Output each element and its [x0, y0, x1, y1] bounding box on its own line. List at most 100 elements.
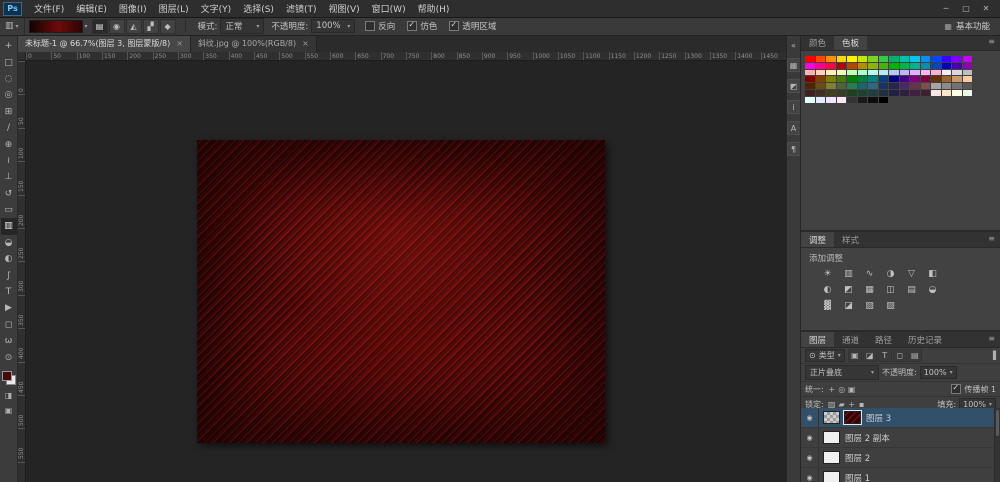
layer-opacity-select[interactable]: 100% ▾: [920, 366, 957, 379]
layer-row[interactable]: ◉图层 1: [801, 468, 1000, 482]
color-swatch[interactable]: [879, 83, 889, 89]
threshold-icon[interactable]: ◪: [838, 298, 859, 314]
vibrance-icon[interactable]: ▽: [901, 266, 922, 282]
workspace-switcher[interactable]: ▦ 基本功能: [944, 20, 990, 32]
color-swatch[interactable]: [931, 56, 941, 62]
menu-item[interactable]: 编辑(E): [70, 2, 113, 15]
color-swatch[interactable]: [900, 90, 910, 96]
color-swatch[interactable]: [858, 56, 868, 62]
checkbox-option[interactable]: 仿色: [407, 20, 437, 32]
quick-mask-button[interactable]: ◨: [1, 388, 17, 403]
color-swatch[interactable]: [921, 83, 931, 89]
checkbox-option[interactable]: 反向: [365, 20, 395, 32]
color-swatch[interactable]: [963, 76, 973, 82]
color-swatch[interactable]: [931, 83, 941, 89]
color-swatch[interactable]: [889, 70, 899, 76]
black-white-icon[interactable]: ◩: [838, 282, 859, 298]
layer-visibility-toggle[interactable]: ◉: [801, 408, 819, 427]
filter-adjustment-layers-icon[interactable]: ◪: [863, 349, 877, 362]
maximize-button[interactable]: □: [956, 4, 976, 13]
filter-smart-objects-icon[interactable]: ▤: [908, 349, 922, 362]
color-swatch[interactable]: [805, 70, 815, 76]
panel-tab[interactable]: 通道: [834, 332, 867, 347]
move-tool[interactable]: +: [1, 38, 17, 54]
menu-item[interactable]: 图层(L): [153, 2, 195, 15]
color-swatch[interactable]: [816, 90, 826, 96]
linear-gradient-button[interactable]: ▤: [92, 19, 108, 34]
pen-tool[interactable]: ∫: [1, 267, 17, 283]
eyedropper-tool[interactable]: ∕: [1, 120, 17, 136]
layer-visibility-toggle[interactable]: ◉: [801, 448, 819, 467]
color-swatch[interactable]: [858, 70, 868, 76]
color-swatch[interactable]: [837, 70, 847, 76]
color-swatch[interactable]: [942, 63, 952, 69]
panel-menu-icon[interactable]: ≡: [988, 35, 1000, 50]
color-swatch[interactable]: [910, 63, 920, 69]
layer-visibility-toggle[interactable]: ◉: [801, 468, 819, 482]
selective-color-icon[interactable]: ▨: [880, 298, 901, 314]
color-swatch[interactable]: [900, 76, 910, 82]
color-swatch[interactable]: [805, 63, 815, 69]
unify-style-icon[interactable]: ▣: [847, 385, 857, 394]
radial-gradient-button[interactable]: ◉: [109, 19, 125, 34]
color-swatch[interactable]: [879, 56, 889, 62]
color-swatch[interactable]: [847, 83, 857, 89]
healing-brush-tool[interactable]: ⊕: [1, 136, 17, 152]
color-swatch[interactable]: [837, 97, 847, 103]
color-swatch[interactable]: [805, 97, 815, 103]
color-swatch[interactable]: [921, 63, 931, 69]
propagate-frame-checkbox[interactable]: 传播帧 1: [951, 384, 996, 395]
color-swatch[interactable]: [847, 76, 857, 82]
color-swatch[interactable]: [816, 56, 826, 62]
color-swatch[interactable]: [952, 70, 962, 76]
color-swatch[interactable]: [847, 90, 857, 96]
color-swatch[interactable]: [826, 63, 836, 69]
angle-gradient-button[interactable]: ◭: [126, 19, 142, 34]
expand-panels-icon[interactable]: «: [788, 39, 800, 51]
color-swatch[interactable]: [963, 83, 973, 89]
panel-menu-icon[interactable]: ≡: [988, 232, 1000, 247]
color-swatch[interactable]: [868, 76, 878, 82]
shape-tool[interactable]: ◻: [1, 317, 17, 333]
color-swatch[interactable]: [868, 56, 878, 62]
menu-item[interactable]: 视图(V): [322, 2, 365, 15]
color-swatch[interactable]: [889, 56, 899, 62]
color-swatch[interactable]: [900, 70, 910, 76]
color-swatch[interactable]: [858, 97, 868, 103]
color-swatch[interactable]: [879, 90, 889, 96]
color-swatch[interactable]: [805, 90, 815, 96]
layer-row[interactable]: ◉图层 2: [801, 448, 1000, 468]
color-swatch[interactable]: [910, 76, 920, 82]
curves-icon[interactable]: ∿: [859, 266, 880, 282]
color-swatch[interactable]: [963, 70, 973, 76]
panel-tab[interactable]: 色板: [834, 35, 867, 50]
canvas-area[interactable]: [26, 61, 786, 482]
color-swatch[interactable]: [837, 90, 847, 96]
scrollbar-thumb[interactable]: [996, 410, 999, 436]
character-panel-icon[interactable]: A: [787, 121, 801, 135]
invert-icon[interactable]: ◒: [922, 282, 943, 298]
layer-visibility-toggle[interactable]: ◉: [801, 428, 819, 447]
close-icon[interactable]: ×: [302, 39, 309, 48]
filter-type-layers-icon[interactable]: T: [878, 349, 892, 362]
menu-item[interactable]: 帮助(H): [412, 2, 456, 15]
color-swatch[interactable]: [942, 56, 952, 62]
color-swatch[interactable]: [910, 83, 920, 89]
color-swatch[interactable]: [837, 83, 847, 89]
color-swatch[interactable]: [921, 90, 931, 96]
levels-icon[interactable]: ▥: [838, 266, 859, 282]
layer-mask-thumbnail[interactable]: [844, 411, 861, 424]
color-swatch[interactable]: [858, 90, 868, 96]
color-swatch[interactable]: [900, 83, 910, 89]
color-swatch[interactable]: [826, 97, 836, 103]
blend-mode-select[interactable]: 正片叠底 ▾: [805, 365, 879, 380]
color-swatch[interactable]: [868, 83, 878, 89]
color-swatch[interactable]: [963, 56, 973, 62]
color-swatch[interactable]: [963, 90, 973, 96]
color-swatch[interactable]: [910, 56, 920, 62]
menu-item[interactable]: 选择(S): [237, 2, 280, 15]
tool-preset-picker[interactable]: ▥ ▾: [0, 17, 25, 35]
color-swatch[interactable]: [868, 90, 878, 96]
document-tab[interactable]: 未标题-1 @ 66.7%(图层 3, 图层蒙版/8)×: [18, 35, 191, 52]
color-swatch[interactable]: [879, 63, 889, 69]
